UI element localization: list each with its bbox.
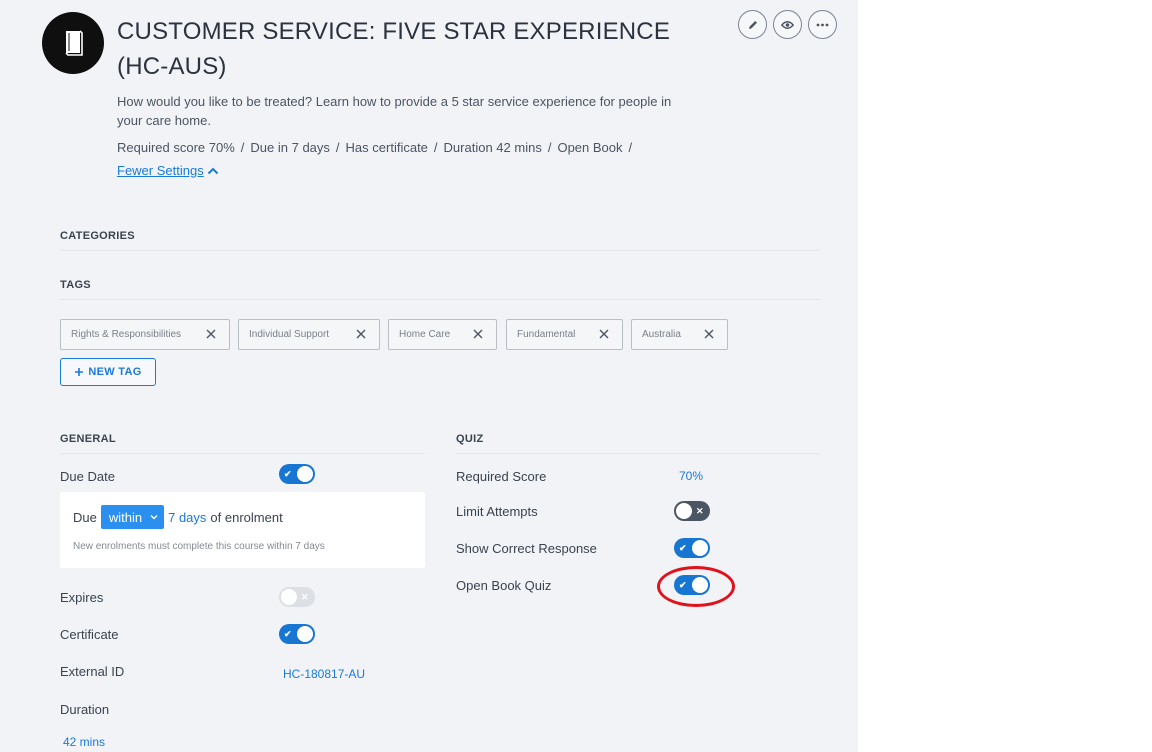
course-actions — [738, 10, 837, 39]
duration-value[interactable]: 42 mins — [63, 735, 105, 749]
meta-separator: / — [335, 140, 340, 155]
x-icon: ✕ — [696, 506, 704, 516]
tag-label: Fundamental — [517, 329, 576, 340]
general-divider — [60, 453, 425, 454]
show-correct-response-toggle[interactable]: ✔ — [674, 538, 710, 558]
meta-separator: / — [433, 140, 438, 155]
due-mode-value: within — [108, 509, 143, 525]
more-icon — [816, 23, 829, 26]
due-date-toggle[interactable]: ✔ — [279, 464, 315, 484]
preview-button[interactable] — [773, 10, 802, 39]
more-options-button[interactable] — [808, 10, 837, 39]
expires-toggle[interactable]: ✕ — [279, 587, 315, 607]
due-prefix: Due — [73, 509, 97, 525]
check-icon: ✔ — [679, 580, 687, 590]
due-mode-select[interactable]: within — [100, 505, 165, 529]
tag-label: Australia — [642, 329, 681, 340]
fewer-settings-link[interactable]: Fewer Settings — [117, 162, 219, 180]
close-icon[interactable] — [355, 328, 367, 340]
due-days-link[interactable]: 7 days — [168, 510, 206, 525]
plus-icon — [75, 368, 84, 376]
limit-attempts-toggle[interactable]: ✕ — [674, 501, 710, 521]
eye-icon — [781, 20, 794, 29]
tags-heading: TAGS — [60, 279, 91, 291]
tag-label: Home Care — [399, 329, 451, 340]
tag-chip: Individual Support — [238, 319, 380, 350]
tags-divider — [60, 299, 820, 300]
open-book-quiz-label: Open Book Quiz — [456, 578, 552, 593]
limit-attempts-label: Limit Attempts — [456, 504, 538, 519]
quiz-heading: QUIZ — [456, 433, 484, 445]
close-icon[interactable] — [598, 328, 610, 340]
chevron-up-icon — [207, 167, 218, 175]
course-title: CUSTOMER SERVICE: FIVE STAR EXPERIENCE (… — [117, 18, 671, 80]
course-description: How would you like to be treated? Learn … — [117, 94, 672, 128]
due-date-settings: Due within 7 days of enrolment New enrol… — [60, 492, 425, 568]
expires-label: Expires — [60, 590, 104, 605]
course-meta: Required score 70% / Due in 7 days / Has cer… — [117, 139, 638, 157]
check-icon: ✔ — [284, 629, 292, 639]
fewer-settings-label: Fewer Settings — [117, 163, 204, 178]
tag-label: Individual Support — [249, 329, 330, 340]
due-note: New enrolments must complete this course… — [73, 541, 325, 552]
tag-chip: Rights & Responsibilities — [60, 319, 230, 350]
tag-chip: Fundamental — [506, 319, 623, 350]
tag-label: Rights & Responsibilities — [71, 329, 182, 340]
course-settings-panel: CUSTOMER SERVICE: FIVE STAR EXPERIENCE (… — [0, 0, 858, 752]
close-icon[interactable] — [703, 328, 715, 340]
meta-separator: / — [547, 140, 552, 155]
due-suffix: of enrolment — [210, 509, 283, 525]
new-tag-button[interactable]: NEW TAG — [60, 358, 156, 386]
tag-chip: Home Care — [388, 319, 497, 350]
open-book-quiz-toggle[interactable]: ✔ — [674, 575, 710, 595]
meta-due: Due in 7 days — [250, 140, 330, 155]
meta-separator: / — [240, 140, 245, 155]
general-heading: GENERAL — [60, 433, 116, 445]
meta-open-book: Open Book — [557, 140, 623, 155]
x-icon: ✕ — [301, 592, 309, 602]
due-rule: Due within 7 days of enrolment — [73, 505, 283, 529]
categories-divider — [60, 250, 820, 251]
new-tag-label: NEW TAG — [88, 366, 142, 378]
meta-required-score: Required score 70% — [117, 140, 235, 155]
certificate-label: Certificate — [60, 627, 119, 642]
certificate-toggle[interactable]: ✔ — [279, 624, 315, 644]
required-score-label: Required Score — [456, 469, 547, 484]
meta-duration: Duration 42 mins — [443, 140, 542, 155]
check-icon: ✔ — [284, 469, 292, 479]
edit-button[interactable] — [738, 10, 767, 39]
close-icon[interactable] — [205, 328, 217, 340]
tag-chip: Australia — [631, 319, 728, 350]
check-icon: ✔ — [679, 543, 687, 553]
duration-label: Duration — [60, 702, 110, 717]
due-date-label: Due Date — [60, 469, 115, 484]
meta-separator: / — [628, 140, 633, 155]
external-id-label: External ID — [60, 664, 125, 679]
quiz-divider — [456, 453, 820, 454]
show-correct-response-label: Show Correct Response — [456, 541, 597, 556]
meta-certificate: Has certificate — [345, 140, 428, 155]
book-icon — [42, 12, 104, 74]
external-id-value[interactable]: HC-180817-AU — [283, 667, 365, 681]
pencil-icon — [748, 20, 757, 29]
categories-heading: CATEGORIES — [60, 230, 135, 242]
required-score-value[interactable]: 70% — [679, 469, 703, 483]
chevron-down-icon — [150, 515, 158, 520]
close-icon[interactable] — [472, 328, 484, 340]
